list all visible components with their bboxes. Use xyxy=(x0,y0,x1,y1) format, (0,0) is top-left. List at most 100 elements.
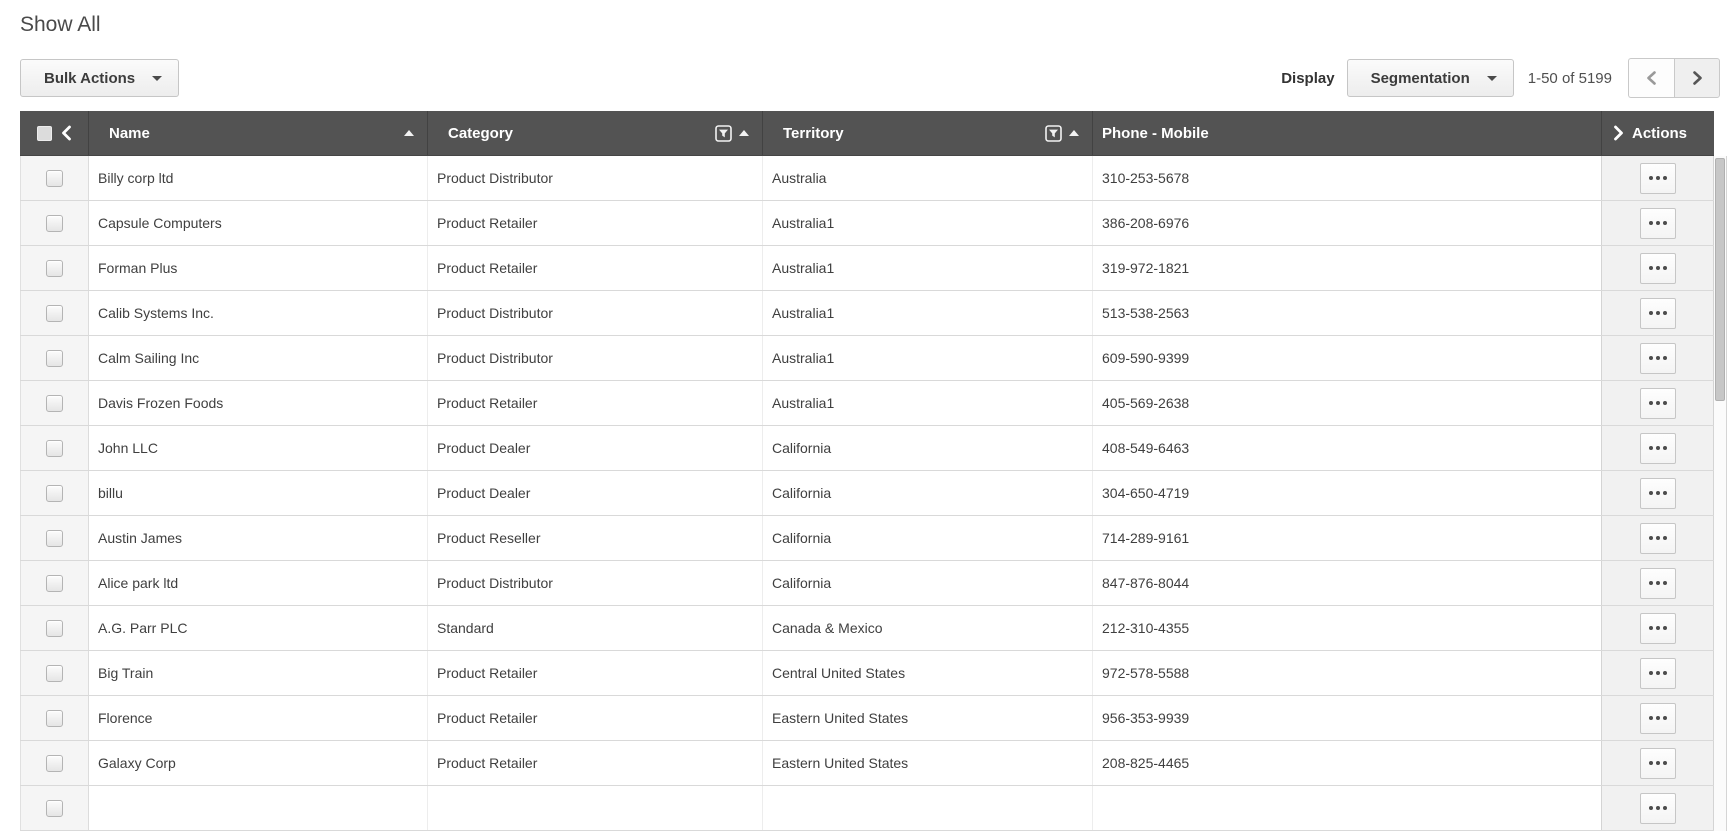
accounts-table: Name Category Territory Phone - Mobile A… xyxy=(20,111,1727,831)
row-checkbox[interactable] xyxy=(46,259,63,277)
column-header-name[interactable]: Name xyxy=(88,111,427,155)
account-territory: Australia xyxy=(772,170,827,186)
vertical-scrollbar[interactable] xyxy=(1714,156,1727,831)
row-checkbox[interactable] xyxy=(46,349,63,367)
row-actions-button[interactable] xyxy=(1639,252,1676,284)
row-actions-button[interactable] xyxy=(1639,342,1676,374)
row-checkbox[interactable] xyxy=(46,799,63,817)
cell-actions xyxy=(1601,246,1714,290)
cell-phone-mobile: 212-310-4355 xyxy=(1092,606,1601,650)
scrollbar-thumb[interactable] xyxy=(1715,158,1725,401)
collapse-chevron-icon[interactable] xyxy=(61,125,72,141)
row-checkbox[interactable] xyxy=(46,664,63,682)
cell-name: Billy corp ltd xyxy=(88,156,427,200)
column-label: Name xyxy=(109,124,150,142)
cell-actions xyxy=(1601,291,1714,335)
column-header-actions[interactable]: Actions xyxy=(1601,111,1714,155)
row-actions-button[interactable] xyxy=(1639,477,1676,509)
row-actions-button[interactable] xyxy=(1639,207,1676,239)
table-body-wrap: Billy corp ltd Product Distributor Austr… xyxy=(20,156,1727,831)
row-select-cell xyxy=(20,291,88,335)
row-actions-button[interactable] xyxy=(1639,522,1676,554)
row-actions-button[interactable] xyxy=(1639,432,1676,464)
table-row: Florence Product Retailer Eastern United… xyxy=(20,696,1714,741)
ellipsis-icon xyxy=(1648,671,1653,675)
column-header-category[interactable]: Category xyxy=(427,111,762,155)
row-actions-button[interactable] xyxy=(1639,162,1676,194)
previous-page-button[interactable] xyxy=(1628,58,1674,98)
row-select-cell xyxy=(20,741,88,785)
table-row: billu Product Dealer California 304-650-… xyxy=(20,471,1714,516)
row-checkbox[interactable] xyxy=(46,619,63,637)
column-header-territory[interactable]: Territory xyxy=(762,111,1092,155)
row-actions-button[interactable] xyxy=(1639,612,1676,644)
cell-category: Product Dealer xyxy=(427,426,762,470)
row-actions-button[interactable] xyxy=(1639,792,1676,824)
cell-actions xyxy=(1601,606,1714,650)
cell-category: Product Retailer xyxy=(427,741,762,785)
display-select[interactable]: Segmentation xyxy=(1346,59,1514,97)
account-category: Product Distributor xyxy=(437,575,553,591)
account-category: Product Retailer xyxy=(437,755,538,771)
cell-category: Product Retailer xyxy=(427,651,762,695)
bulk-actions-label: Bulk Actions xyxy=(44,69,136,87)
cell-category: Product Distributor xyxy=(427,291,762,335)
cell-phone-mobile: 956-353-9939 xyxy=(1092,696,1601,740)
sort-asc-icon xyxy=(739,130,749,136)
account-name: Forman Plus xyxy=(98,260,178,276)
caret-down-icon xyxy=(1486,75,1497,81)
row-checkbox[interactable] xyxy=(46,574,63,592)
account-territory: Eastern United States xyxy=(772,710,909,726)
filter-icon[interactable] xyxy=(715,124,732,142)
account-territory: Australia1 xyxy=(772,395,835,411)
row-checkbox[interactable] xyxy=(46,529,63,547)
account-territory: California xyxy=(772,485,832,501)
column-label: Category xyxy=(448,124,514,142)
row-checkbox[interactable] xyxy=(46,214,63,232)
row-checkbox[interactable] xyxy=(46,304,63,322)
cell-phone-mobile: 208-825-4465 xyxy=(1092,741,1601,785)
row-actions-button[interactable] xyxy=(1639,297,1676,329)
cell-category: Product Reseller xyxy=(427,516,762,560)
column-label: Territory xyxy=(783,124,844,142)
account-phone-mobile: 212-310-4355 xyxy=(1102,620,1190,636)
ellipsis-icon xyxy=(1648,221,1653,225)
row-checkbox[interactable] xyxy=(46,754,63,772)
account-phone-mobile: 847-876-8044 xyxy=(1102,575,1190,591)
account-name: Big Train xyxy=(98,665,154,681)
select-all-checkbox[interactable] xyxy=(36,125,52,141)
account-name: Florence xyxy=(98,710,153,726)
table-row: A.G. Parr PLC Standard Canada & Mexico 2… xyxy=(20,606,1714,651)
account-category: Product Dealer xyxy=(437,485,531,501)
bulk-actions-button[interactable]: Bulk Actions xyxy=(20,59,180,97)
row-select-cell xyxy=(20,426,88,470)
row-select-cell xyxy=(20,201,88,245)
cell-category: Product Retailer xyxy=(427,696,762,740)
table-body: Billy corp ltd Product Distributor Austr… xyxy=(20,156,1714,831)
row-checkbox[interactable] xyxy=(46,439,63,457)
row-checkbox[interactable] xyxy=(46,394,63,412)
column-label: Phone - Mobile xyxy=(1102,124,1209,142)
next-page-button[interactable] xyxy=(1674,58,1720,98)
row-actions-button[interactable] xyxy=(1639,702,1676,734)
filter-icon[interactable] xyxy=(1045,124,1062,142)
cell-actions xyxy=(1601,201,1714,245)
row-checkbox[interactable] xyxy=(46,709,63,727)
table-row: Calib Systems Inc. Product Distributor A… xyxy=(20,291,1714,336)
account-category: Standard xyxy=(437,620,494,636)
table-row: Capsule Computers Product Retailer Austr… xyxy=(20,201,1714,246)
account-phone-mobile: 609-590-9399 xyxy=(1102,350,1190,366)
expand-chevron-icon xyxy=(1614,125,1623,141)
row-actions-button[interactable] xyxy=(1639,747,1676,779)
row-actions-button[interactable] xyxy=(1639,567,1676,599)
row-select-cell xyxy=(20,606,88,650)
cell-territory: Australia xyxy=(762,156,1092,200)
row-actions-button[interactable] xyxy=(1639,387,1676,419)
account-territory: Canada & Mexico xyxy=(772,620,883,636)
row-actions-button[interactable] xyxy=(1639,657,1676,689)
column-header-phone-mobile[interactable]: Phone - Mobile xyxy=(1092,111,1601,155)
row-checkbox[interactable] xyxy=(46,169,63,187)
row-checkbox[interactable] xyxy=(46,484,63,502)
cell-name: John LLC xyxy=(88,426,427,470)
caret-down-icon xyxy=(152,75,163,81)
